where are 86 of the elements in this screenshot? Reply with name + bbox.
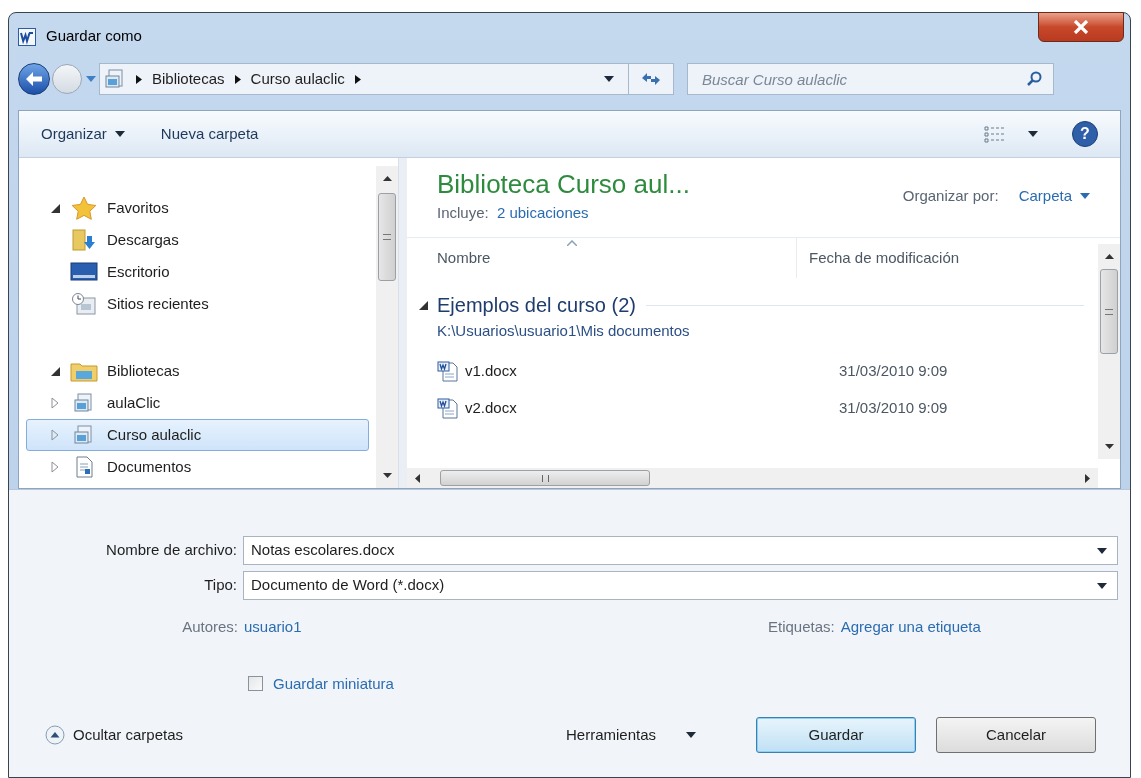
refresh-icon bbox=[641, 72, 661, 86]
desktop-icon bbox=[70, 261, 98, 283]
navigation-item[interactable]: Sitios recientes bbox=[26, 288, 369, 320]
field-label: Nombre de archivo: bbox=[105, 540, 238, 561]
back-arrow-icon bbox=[25, 72, 43, 86]
scroll-up-icon[interactable] bbox=[382, 176, 392, 181]
modified-date: 31/03/2010 9:09 bbox=[838, 397, 948, 418]
authors-link[interactable]: usuario1 bbox=[244, 616, 768, 639]
tools-button[interactable]: Herramientas bbox=[566, 723, 736, 747]
back-button[interactable] bbox=[18, 63, 50, 95]
star-icon bbox=[71, 196, 97, 220]
checkbox[interactable] bbox=[248, 676, 263, 692]
navigation-item[interactable]: Escritorio bbox=[26, 256, 369, 288]
field-label: Etiquetas: bbox=[768, 617, 835, 637]
navigation-item[interactable]: Descargas bbox=[26, 224, 369, 256]
recent-places-icon bbox=[71, 292, 97, 316]
breadcrumb[interactable]: Curso aulaclic bbox=[250, 67, 345, 91]
libraries-folder-icon bbox=[70, 360, 98, 382]
caret-icon bbox=[604, 76, 614, 82]
word-app-icon bbox=[18, 27, 36, 46]
caret-icon bbox=[1080, 193, 1090, 200]
breadcrumb-arrow-icon bbox=[136, 74, 142, 84]
navigation-item[interactable]: Bibliotecas bbox=[26, 355, 369, 387]
caret-icon bbox=[1097, 547, 1107, 554]
column-header[interactable]: Fecha de modificación bbox=[797, 238, 1098, 278]
locations-link[interactable]: 2 ubicaciones bbox=[496, 204, 589, 221]
field-label: Autores: bbox=[181, 617, 239, 637]
column-header[interactable]: Nombre bbox=[407, 238, 797, 278]
content-scrollbar[interactable] bbox=[1098, 244, 1120, 459]
address-bar[interactable]: Bibliotecas Curso aulaclic bbox=[99, 63, 674, 95]
navigation-item[interactable]: Curso aulaclic bbox=[26, 419, 369, 451]
caret-icon bbox=[1028, 131, 1038, 137]
window-title: Guardar como bbox=[46, 26, 142, 47]
navigation-item[interactable]: aulaClic bbox=[26, 387, 369, 419]
arrange-by-label: Organizar por: bbox=[902, 186, 999, 206]
download-folder-icon bbox=[71, 228, 97, 252]
hide-folders-button[interactable]: Ocultar carpetas bbox=[45, 723, 184, 747]
view-options-button[interactable] bbox=[984, 125, 1038, 143]
word-document-icon bbox=[437, 397, 459, 419]
caret-icon bbox=[1097, 582, 1107, 589]
navigation-item[interactable]: Documentos bbox=[26, 451, 369, 483]
navigation-item[interactable]: Favoritos bbox=[26, 192, 369, 224]
navigation-scrollbar[interactable] bbox=[376, 166, 398, 488]
file-row[interactable]: v2.docx 31/03/2010 9:09 bbox=[407, 389, 1098, 427]
file-name: v1.docx bbox=[465, 360, 518, 381]
word-document-icon bbox=[437, 360, 459, 382]
sort-ascending-icon bbox=[567, 240, 577, 246]
library-icon bbox=[104, 68, 126, 90]
tags-link[interactable]: Agregar una etiqueta bbox=[840, 616, 981, 639]
toolbar-button[interactable]: Nueva carpeta bbox=[160, 122, 259, 146]
close-button[interactable] bbox=[1038, 12, 1124, 42]
caret-icon bbox=[114, 131, 125, 137]
scroll-down-icon[interactable] bbox=[382, 473, 392, 478]
scroll-down-icon[interactable] bbox=[1104, 444, 1114, 449]
breadcrumb-arrow-icon bbox=[234, 74, 241, 84]
help-button[interactable]: ? bbox=[1072, 121, 1098, 147]
scroll-right-icon[interactable] bbox=[1085, 473, 1090, 483]
close-icon bbox=[1073, 20, 1089, 34]
horizontal-scrollbar[interactable] bbox=[407, 468, 1098, 488]
arrange-by-dropdown[interactable]: Carpeta bbox=[1018, 185, 1090, 208]
dialog-button[interactable]: Cancelar bbox=[936, 717, 1096, 753]
file-type-dropdown[interactable]: Documento de Word (*.docx) bbox=[243, 571, 1118, 600]
scroll-left-icon[interactable] bbox=[415, 473, 420, 483]
group-path: K:\Usuarios\usuario1\Mis documentos bbox=[436, 321, 691, 341]
search-icon[interactable] bbox=[1026, 71, 1042, 87]
breadcrumb-arrow-icon bbox=[354, 74, 361, 84]
dialog-button[interactable]: Guardar bbox=[756, 717, 916, 753]
file-row[interactable]: v1.docx 31/03/2010 9:09 bbox=[407, 352, 1098, 390]
includes-label: Incluye: bbox=[437, 204, 489, 221]
caret-icon bbox=[686, 732, 697, 738]
library-icon bbox=[73, 424, 95, 446]
scroll-up-icon[interactable] bbox=[1104, 254, 1114, 259]
library-title: Biblioteca Curso aul... bbox=[437, 168, 690, 200]
field-label: Tipo: bbox=[203, 575, 238, 596]
file-name-field[interactable]: Notas escolares.docx bbox=[243, 536, 1118, 565]
collapse-circle-icon bbox=[45, 725, 65, 745]
checkbox-label[interactable]: Guardar miniatura bbox=[273, 672, 394, 695]
modified-date: 31/03/2010 9:09 bbox=[838, 360, 948, 381]
toolbar-button[interactable]: Organizar bbox=[41, 122, 125, 146]
list-view-icon bbox=[984, 125, 1006, 143]
breadcrumb[interactable]: Bibliotecas bbox=[152, 67, 225, 91]
search-field[interactable]: Buscar Curso aulaclic bbox=[687, 63, 1054, 95]
file-name: v2.docx bbox=[465, 397, 518, 418]
library-icon bbox=[73, 392, 95, 414]
group-header[interactable]: Ejemplos del curso (2) bbox=[437, 290, 636, 320]
document-icon bbox=[74, 456, 94, 478]
